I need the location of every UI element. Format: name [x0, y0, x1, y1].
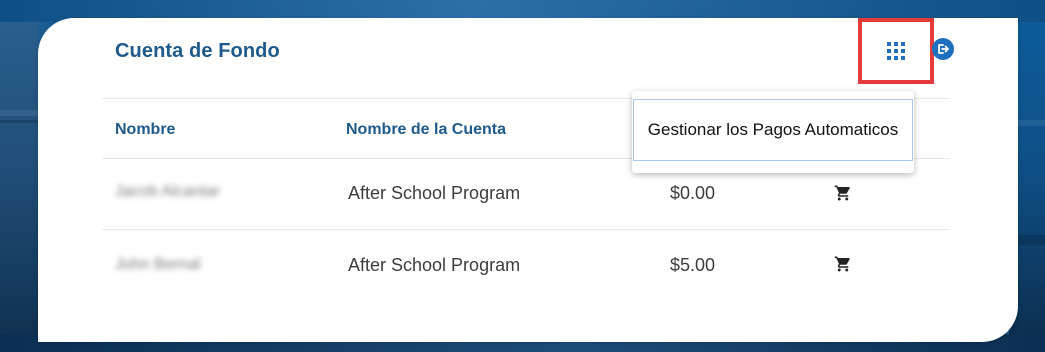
divider	[102, 229, 950, 230]
account-balance: $0.00	[670, 183, 716, 203]
column-header-account[interactable]: Nombre de la Cuenta	[346, 121, 506, 139]
apps-dropdown-menu: Gestionar los Pagos Automaticos	[632, 91, 914, 173]
student-name: John Bernal	[115, 256, 201, 273]
menu-item-manage-autopay[interactable]: Gestionar los Pagos Automaticos	[633, 99, 913, 161]
sign-out-button[interactable]	[932, 38, 954, 60]
background-stripe	[0, 110, 38, 116]
background-left	[0, 22, 38, 352]
fund-account-card: Cuenta de Fondo Nombre Nombre de la Cuen…	[38, 18, 1018, 342]
account-name: After School Program	[348, 255, 521, 275]
cart-icon[interactable]	[834, 184, 852, 202]
column-header-name[interactable]: Nombre	[115, 121, 175, 139]
apps-grid-icon	[887, 42, 905, 60]
apps-menu-button[interactable]	[858, 18, 934, 84]
sign-out-icon	[938, 44, 949, 54]
account-name: After School Program	[348, 183, 521, 203]
account-balance: $5.00	[670, 255, 716, 275]
page-title: Cuenta de Fondo	[115, 40, 280, 62]
background-stripe	[0, 120, 38, 123]
student-name: Jacob Alcantar	[115, 183, 220, 200]
cart-icon[interactable]	[834, 255, 852, 273]
